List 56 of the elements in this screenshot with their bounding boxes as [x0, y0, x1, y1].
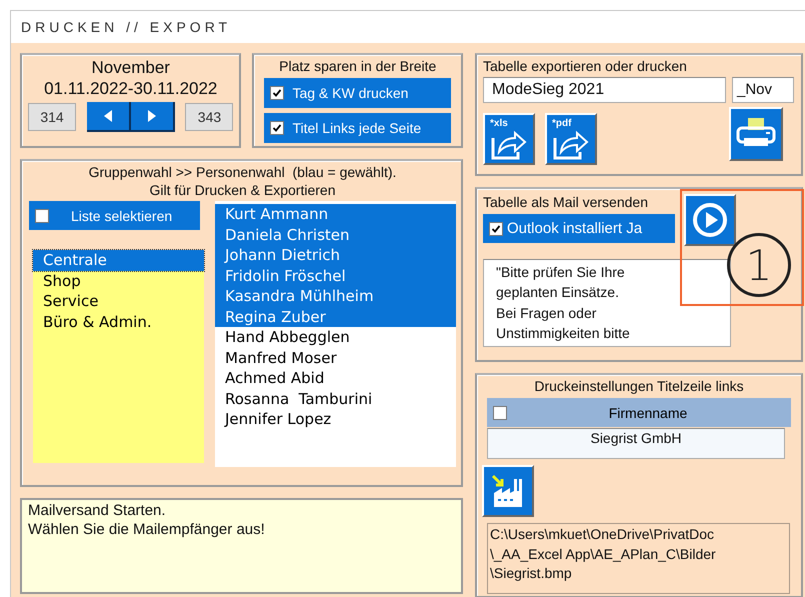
person-item[interactable]: Kasandra Mühlheim [215, 286, 456, 307]
outlook-checkbox[interactable]: Outlook installiert Ja [483, 214, 675, 244]
person-item[interactable]: Manfred Moser [215, 348, 456, 368]
end-number: 343 [185, 102, 234, 130]
month-label: November [92, 57, 170, 78]
company-name-field[interactable]: Siegrist GmbH [487, 428, 785, 460]
group-item[interactable]: Centrale [33, 250, 204, 271]
person-item[interactable]: Jennifer Lopez [215, 409, 456, 430]
export-arrow-icon [552, 128, 590, 160]
previous-button[interactable] [86, 102, 131, 132]
group-item[interactable]: Service [33, 291, 204, 312]
logo-button[interactable] [482, 465, 534, 518]
logo-path-field: C:\Users\mkuet\OneDrive\PrivatDoc \_AA_Excel App\AE_APlan_C\Bilder \Siegrist.bmp [487, 523, 790, 594]
person-item[interactable]: Hand Abbegglen [215, 327, 456, 348]
panel-title: Druckeinstellungen Titelzeile links [534, 377, 744, 396]
person-item[interactable]: Fridolin Fröschel [215, 266, 456, 286]
selection-subtitle: Gilt für Drucken & Exportieren [150, 181, 336, 200]
message-line: Wählen Sie die Mailempfänger aus! [28, 520, 265, 540]
panel-title: Platz sparen in der Breite [278, 57, 438, 76]
window-title: DRUCKEN // EXPORT [21, 19, 232, 35]
step-number: 1 [727, 233, 791, 297]
left-arrow-icon [104, 110, 112, 122]
checkbox[interactable] [270, 86, 284, 100]
panel-title: Tabelle exportieren oder drucken [483, 57, 688, 76]
export-arrow-icon [490, 128, 528, 160]
next-button[interactable] [130, 102, 175, 132]
person-item[interactable]: Rosanna Tamburini [215, 388, 456, 410]
export-button[interactable]: *pdf [545, 113, 597, 166]
person-item[interactable]: Regina Zuber [215, 306, 456, 328]
company-checkbox[interactable]: Firmenname [487, 398, 791, 428]
person-item[interactable]: Kurt Ammann [215, 204, 456, 225]
mail-text-field[interactable]: "Bitte prüfen Sie Ihre geplanten Einsätze. Bei Fragen oder Unstimmigkeiten bitte [483, 259, 731, 348]
select-list-checkbox[interactable]: Liste selektieren [29, 201, 200, 230]
option-checkbox[interactable]: Titel Links jede Seite [264, 113, 451, 144]
date-range: 01.11.2022-30.11.2022 [44, 78, 218, 100]
file-name-field[interactable]: ModeSieg 2021 [483, 77, 726, 104]
send-button[interactable] [684, 194, 736, 246]
selection-title: Gruppenwahl >> Personenwahl (blau = gewählt). [88, 163, 396, 182]
start-number: 314 [28, 102, 76, 130]
message-line: Mailversand Starten. [28, 502, 166, 521]
option-checkbox[interactable]: Tag & KW drucken [264, 78, 451, 108]
group-item[interactable]: Büro & Admin. [33, 312, 204, 332]
checkbox[interactable] [493, 406, 507, 420]
right-arrow-icon [148, 110, 156, 122]
person-item[interactable]: Daniela Christen [215, 224, 456, 246]
checkbox[interactable] [489, 222, 503, 236]
print-button[interactable] [729, 107, 783, 162]
play-icon [692, 202, 728, 238]
person-item[interactable]: Achmed Abid [215, 368, 456, 389]
suffix-field[interactable]: _Nov [732, 77, 794, 104]
group-item[interactable]: Shop [33, 270, 204, 292]
export-button[interactable]: *xls [483, 113, 535, 166]
person-item[interactable]: Johann Dietrich [215, 245, 456, 266]
checkbox[interactable] [270, 121, 284, 136]
checkbox[interactable] [35, 208, 49, 223]
panel-title: Tabelle als Mail versenden [483, 193, 649, 212]
